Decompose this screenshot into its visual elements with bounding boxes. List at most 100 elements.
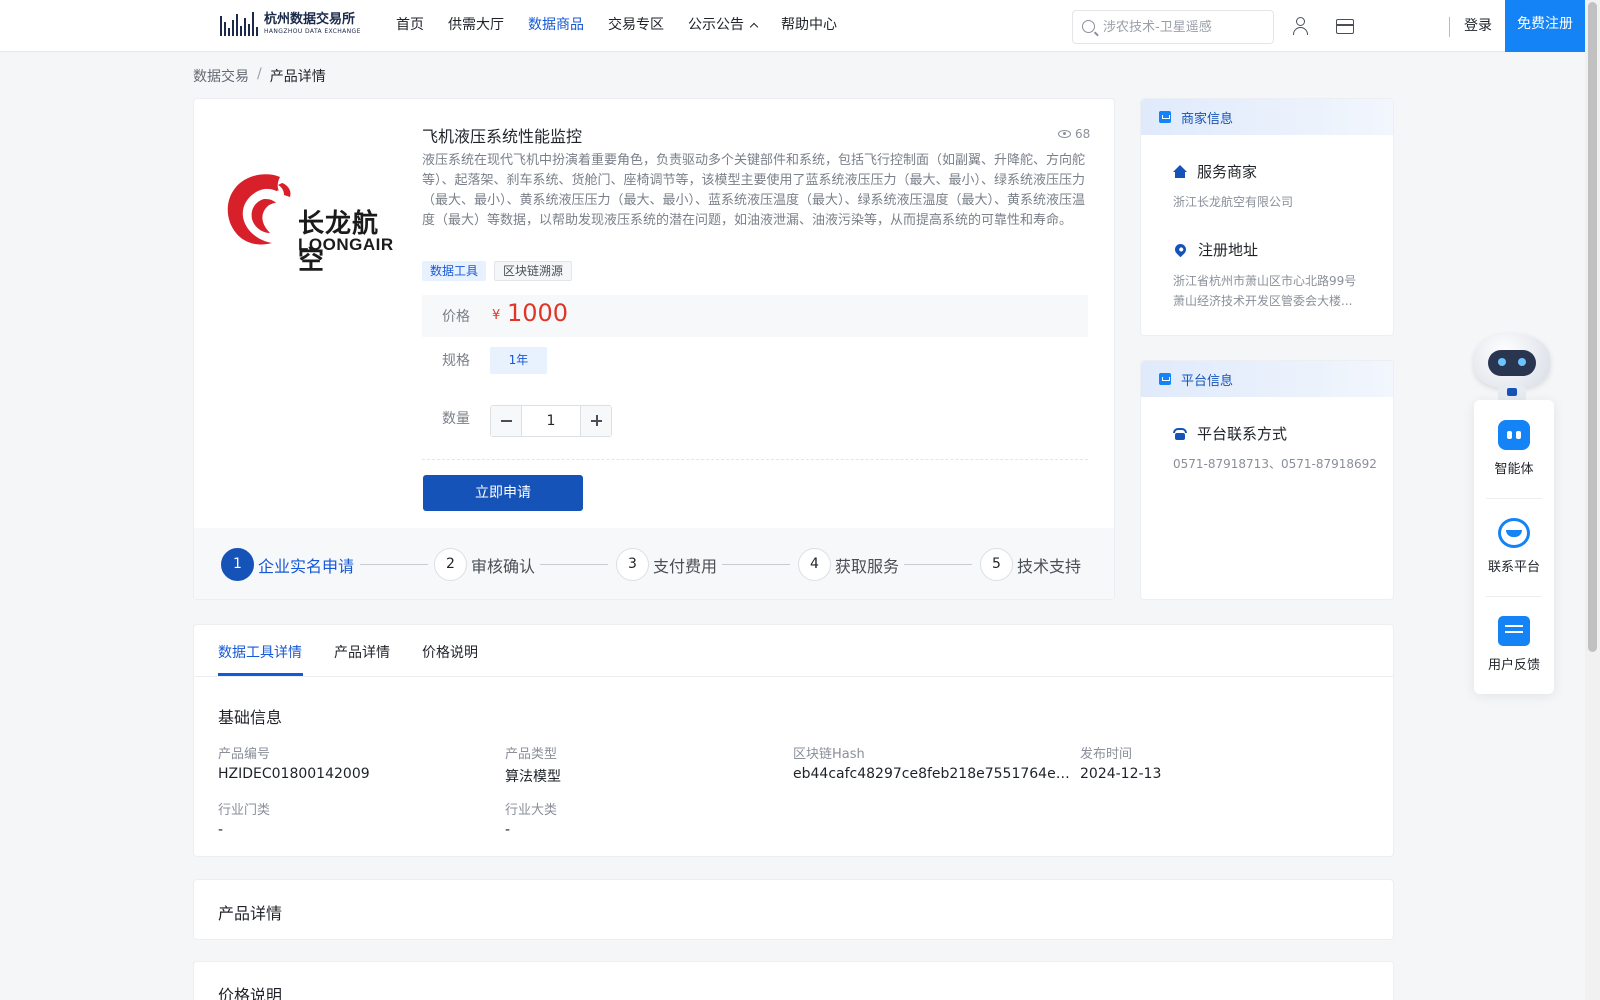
product-detail-title: 产品详情: [218, 904, 283, 923]
breadcrumb-current: 产品详情: [269, 69, 326, 85]
platform-info-header: 平台信息: [1141, 361, 1393, 397]
step-number: 2: [434, 548, 467, 581]
agent-button[interactable]: 智能体: [1474, 400, 1554, 496]
price-currency: ¥: [492, 308, 501, 323]
field-value: 算法模型: [505, 769, 561, 785]
detail-tabs: 数据工具详情 产品详情 价格说明: [194, 625, 1393, 677]
step-2: 2 审核确认: [434, 548, 535, 581]
merchant-info-card: 商家信息 服务商家 浙江长龙航空有限公司 注册地址 浙江省杭州市萧山区市心北路9…: [1140, 98, 1394, 336]
site-logo[interactable]: 杭州数据交易所 HANGZHOU DATA EXCHANGE: [220, 12, 361, 36]
platform-contact-row: 平台联系方式: [1173, 423, 1287, 444]
nav-trade-zone[interactable]: 交易专区: [608, 0, 664, 52]
step-number: 3: [616, 548, 649, 581]
feedback-icon: [1498, 616, 1530, 646]
search-box[interactable]: [1072, 10, 1274, 44]
nav-home[interactable]: 首页: [396, 0, 424, 52]
address-label: 注册地址: [1198, 241, 1259, 259]
field-key: 区块链Hash: [793, 747, 865, 762]
quantity-value[interactable]: 1: [522, 406, 580, 436]
brand-name-en: LOONGAIR: [298, 235, 394, 254]
price-note-title: 价格说明: [218, 986, 283, 1000]
quantity-label: 数量: [442, 411, 470, 427]
step-label: 支付费用: [653, 556, 718, 576]
apply-button[interactable]: 立即申请: [423, 475, 583, 511]
field-value: 2024-12-13: [1080, 766, 1162, 782]
increment-button[interactable]: [580, 406, 611, 436]
user-icon[interactable]: [1291, 16, 1311, 36]
tab-product-details[interactable]: 产品详情: [334, 642, 390, 662]
agent-icon: [1498, 420, 1530, 450]
login-link[interactable]: 登录: [1464, 0, 1492, 52]
field-value: -: [505, 822, 511, 838]
scrollbar-thumb[interactable]: [1588, 2, 1597, 652]
header-divider: [1449, 17, 1450, 37]
eye-icon: [1058, 130, 1071, 138]
contact-platform-button[interactable]: 联系平台: [1474, 498, 1554, 594]
tag-data-tool: 数据工具: [422, 261, 487, 281]
field-key: 行业大类: [505, 803, 558, 818]
step-connector: [360, 564, 428, 565]
field-value: -: [218, 822, 224, 838]
address-row: 注册地址: [1172, 239, 1259, 260]
platform-icon: [1159, 373, 1171, 385]
step-5: 5 技术支持: [980, 548, 1081, 581]
field-industry-category: 行业门类 -: [218, 799, 498, 838]
product-title: 飞机液压系统性能监控: [422, 127, 583, 146]
service-merchant-value: 浙江长龙航空有限公司: [1173, 195, 1294, 209]
feedback-button[interactable]: 用户反馈: [1474, 596, 1554, 692]
feedback-label: 用户反馈: [1487, 658, 1540, 673]
nav-help-center[interactable]: 帮助中心: [781, 0, 837, 52]
breadcrumb-parent[interactable]: 数据交易: [193, 66, 249, 86]
agent-label: 智能体: [1494, 462, 1534, 477]
nav-announcements[interactable]: 公示公告: [688, 0, 759, 52]
phone-icon: [1173, 427, 1187, 440]
view-count: 68: [1058, 127, 1090, 141]
field-industry-major: 行业大类 -: [505, 799, 785, 838]
spec-option[interactable]: 1年: [490, 347, 547, 374]
logo-title: 杭州数据交易所: [264, 12, 356, 27]
field-blockchain-hash: 区块链Hash eb44cafc48297ce8feb218e7551764e7…: [793, 743, 1073, 782]
quantity-stepper: 1: [490, 405, 612, 437]
search-icon: [1082, 20, 1095, 33]
page-scrollbar[interactable]: [1585, 0, 1600, 1000]
dragon-icon: [227, 174, 291, 245]
price-label: 价格: [442, 309, 470, 325]
step-label: 企业实名申请: [258, 556, 355, 576]
step-label: 技术支持: [1017, 556, 1082, 576]
step-4: 4 获取服务: [798, 548, 899, 581]
headset-icon: [1498, 518, 1530, 548]
assistant-robot-icon[interactable]: [1474, 326, 1550, 402]
price-note-section: 价格说明: [193, 961, 1394, 1000]
details-card: 数据工具详情 产品详情 价格说明 基础信息 产品编号 HZIDEC0180014…: [193, 624, 1394, 857]
step-3: 3 支付费用: [616, 548, 717, 581]
tab-price-notes[interactable]: 价格说明: [422, 642, 478, 662]
step-number: 1: [221, 548, 254, 581]
field-value: eb44cafc48297ce8feb218e7551764e7919...: [793, 766, 1071, 782]
price-value: 1000: [507, 299, 569, 327]
nav-supply-demand[interactable]: 供需大厅: [448, 0, 504, 52]
product-card: 长龙航空 LOONGAIR 飞机液压系统性能监控 68 液压系统在现代飞机中扮演…: [193, 98, 1115, 600]
field-value: HZIDEC01800142009: [218, 766, 370, 782]
step-connector: [540, 564, 608, 565]
main-nav: 首页 供需大厅 数据商品 交易专区 公示公告 帮助中心: [396, 0, 861, 52]
register-button[interactable]: 免费注册: [1505, 0, 1585, 52]
divider: [422, 459, 1088, 460]
platform-contact-label: 平台联系方式: [1197, 425, 1288, 443]
brand-logo: 长龙航空 LOONGAIR: [218, 169, 398, 276]
contact-platform-label: 联系平台: [1487, 560, 1540, 575]
tab-tool-details[interactable]: 数据工具详情: [218, 642, 302, 662]
service-merchant-row: 服务商家: [1173, 161, 1257, 182]
shop-icon[interactable]: [1335, 16, 1355, 36]
search-input[interactable]: [1103, 11, 1268, 43]
step-connector: [904, 564, 972, 565]
decrement-button[interactable]: [491, 406, 522, 436]
merchant-info-header: 商家信息: [1141, 99, 1393, 135]
nav-data-products[interactable]: 数据商品: [528, 0, 584, 52]
tag-blockchain: 区块链溯源: [494, 261, 573, 281]
nav-announcements-label: 公示公告: [688, 17, 744, 33]
location-pin-icon: [1172, 241, 1189, 258]
address-value: 浙江省杭州市萧山区市心北路99号萧山经济技术开发区管委会大楼...: [1173, 274, 1357, 308]
platform-info-card: 平台信息 平台联系方式 0571-87918713、0571-87918692: [1140, 360, 1394, 600]
basic-info-title: 基础信息: [218, 708, 283, 727]
field-publish-date: 发布时间 2024-12-13: [1080, 743, 1360, 782]
